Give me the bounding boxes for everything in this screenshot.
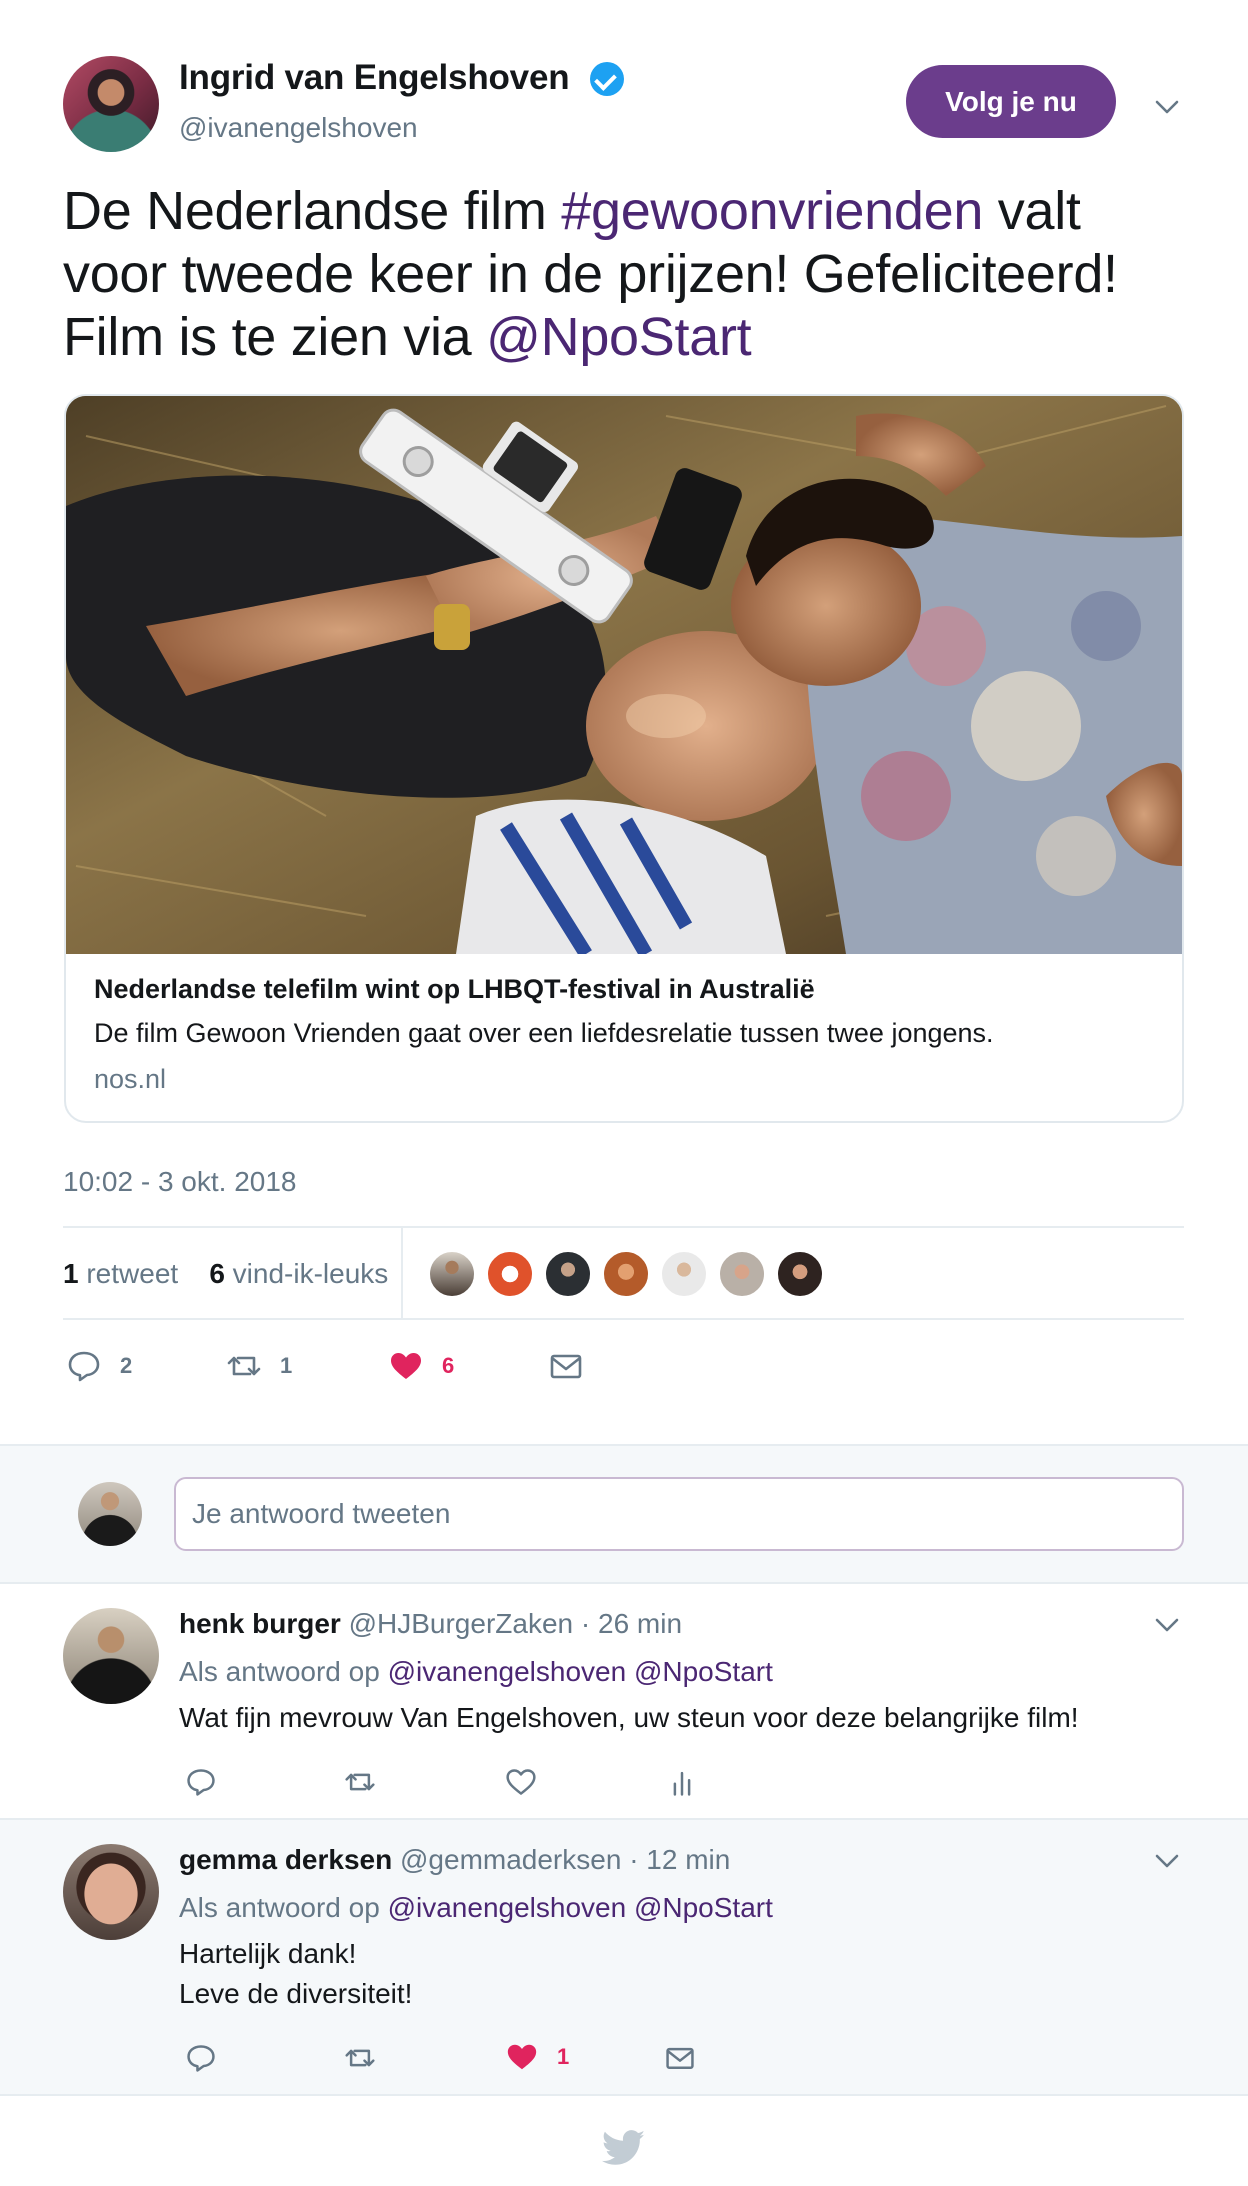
heart-filled-icon (507, 2044, 537, 2070)
retweet-stat[interactable]: 1 retweet (63, 1258, 178, 1289)
tweet-timestamp[interactable]: 10:02 - 3 okt. 2018 (63, 1166, 297, 1198)
author-name[interactable]: Ingrid van Engelshoven (179, 58, 570, 98)
card-image[interactable] (66, 396, 1182, 954)
retweet-icon[interactable] (344, 1766, 376, 1803)
reply-icon[interactable] (185, 1766, 217, 1803)
chevron-down-icon[interactable] (1152, 92, 1182, 122)
reply-action[interactable]: 2 (66, 1348, 132, 1384)
reply-context-label: Als antwoord op (179, 1892, 380, 1923)
reply-context: Als antwoord op @ivanengelshoven @NpoSta… (179, 1892, 773, 1924)
envelope-icon (550, 1354, 582, 1379)
reply-icon[interactable] (185, 2042, 217, 2079)
tweet-stats: 1 retweet 6 vind-ik-leuks (63, 1258, 388, 1290)
retweet-icon[interactable] (344, 2042, 376, 2079)
mention-link[interactable]: @ivanengelshoven (388, 1892, 627, 1923)
tweet-text-part: De Nederlandse film (63, 181, 562, 241)
chevron-down-icon[interactable] (1152, 1846, 1182, 1876)
mention-link[interactable]: @NpoStart (634, 1892, 773, 1923)
reply-context: Als antwoord op @ivanengelshoven @NpoSta… (179, 1656, 773, 1688)
follow-button[interactable]: Volg je nu (906, 65, 1116, 138)
reply-text: Wat fijn mevrouw Van Engelshoven, uw ste… (179, 1702, 1079, 1733)
liker-avatar[interactable] (718, 1250, 766, 1298)
card-title: Nederlandse telefilm wint op LHBQT-festi… (94, 974, 815, 1004)
mention-link[interactable]: @NpoStart (486, 307, 752, 367)
divider (63, 1226, 1184, 1228)
like-action[interactable]: 6 (388, 1348, 454, 1384)
reply-text: Leve de diversiteit! (179, 1978, 413, 2009)
current-user-avatar[interactable] (78, 1482, 142, 1546)
verified-badge-icon (590, 62, 624, 96)
mention-link[interactable]: @NpoStart (634, 1656, 773, 1687)
liker-avatar[interactable] (776, 1250, 824, 1298)
reply-input[interactable] (174, 1477, 1184, 1551)
card-domain: nos.nl (94, 1064, 167, 1094)
reply-text: Hartelijk dank! (179, 1938, 357, 1969)
reply-author-handle[interactable]: @HJBurgerZaken (349, 1608, 574, 1639)
tweet-text-part: Film is te zien via (63, 307, 487, 367)
chevron-down-icon[interactable] (1152, 1610, 1182, 1640)
tweet-text-part: valt (983, 181, 1081, 241)
liker-avatar[interactable] (428, 1250, 476, 1298)
heart-filled-icon (391, 1353, 421, 1379)
reply-author: henk burger @HJBurgerZaken · 26 min (179, 1608, 682, 1640)
hashtag-link[interactable]: #gewoonvrienden (561, 181, 983, 241)
liker-avatar[interactable] (486, 1250, 534, 1298)
author-avatar[interactable] (63, 56, 159, 152)
reply-avatar[interactable] (63, 1608, 159, 1704)
reply-avatar[interactable] (63, 1844, 159, 1940)
reply-author-handle[interactable]: @gemmaderksen (400, 1844, 621, 1875)
like-action[interactable]: 1 (505, 2040, 569, 2074)
liker-avatar[interactable] (544, 1250, 592, 1298)
divider (63, 1318, 1184, 1320)
mention-link[interactable]: @ivanengelshoven (388, 1656, 627, 1687)
author-handle[interactable]: @ivanengelshoven (179, 112, 418, 144)
analytics-icon[interactable] (666, 1766, 698, 1803)
tweet-text: De Nederlandse film #gewoonvrienden valt… (63, 180, 1193, 369)
link-card[interactable]: Nederlandse telefilm wint op LHBQT-festi… (64, 394, 1184, 1123)
like-stat[interactable]: 6 vind-ik-leuks (209, 1258, 388, 1289)
reply-context-label: Als antwoord op (179, 1656, 380, 1687)
tweet-text-part: voor tweede keer in de prijzen! Gefelici… (63, 244, 1118, 304)
retweet-action[interactable]: 1 (226, 1348, 292, 1384)
divider (401, 1228, 403, 1320)
reply-author-name[interactable]: henk burger (179, 1608, 341, 1639)
reply-author: gemma derksen @gemmaderksen · 12 min (179, 1844, 730, 1876)
reply-time[interactable]: · 26 min (581, 1608, 682, 1639)
reply-time[interactable]: · 12 min (629, 1844, 730, 1875)
retweet-icon (227, 1356, 261, 1376)
reply-author-name[interactable]: gemma derksen (179, 1844, 392, 1875)
liker-avatar[interactable] (602, 1250, 650, 1298)
direct-message-action[interactable] (548, 1348, 584, 1384)
heart-icon[interactable] (505, 1766, 537, 1803)
reply-icon (68, 1351, 100, 1382)
liker-avatar[interactable] (660, 1250, 708, 1298)
twitter-bird-icon (601, 2130, 646, 2166)
card-description: De film Gewoon Vrienden gaat over een li… (94, 1018, 994, 1048)
envelope-icon[interactable] (664, 2042, 696, 2079)
